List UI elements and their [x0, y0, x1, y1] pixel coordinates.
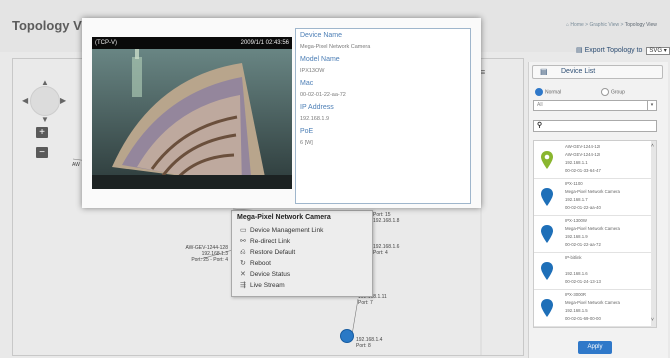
pan-left-icon[interactable]: ◀ [22, 96, 28, 105]
breadcrumb-home[interactable]: Home [570, 22, 583, 28]
info-key: Device Name [300, 32, 343, 39]
menu-item-device-management-link[interactable]: ▭ Device Management Link [240, 226, 323, 236]
info-key: PoE [300, 128, 314, 135]
menu-item-reboot[interactable]: ↻ Reboot [240, 259, 271, 269]
list-item[interactable]: AW-GEV-1244-12I AW-GEV-1244-12I 192.168.… [534, 141, 656, 179]
apply-button[interactable]: Apply [578, 341, 612, 354]
context-menu-title: Mega-Pixel Network Camera [237, 214, 331, 221]
device-context-menu: Mega-Pixel Network Camera ▭ Device Manage… [231, 210, 373, 297]
chevron-down-icon: ▾ [647, 101, 656, 110]
node-label: AW-GEV-1244-128 192.168.1.3 Port: 25 - P… [185, 245, 228, 263]
device-list-title: Device List [561, 68, 596, 75]
info-value: 6 [W] [300, 140, 313, 146]
menu-item-redirect-link[interactable]: ⚯ Re-direct Link [240, 237, 290, 247]
breadcrumb-current: Topology View [624, 22, 657, 28]
device-list: AW-GEV-1244-12I AW-GEV-1244-12I 192.168.… [533, 140, 657, 328]
live-video-feed[interactable]: (TCP-V) 2009/1/1 02:43:56 [92, 37, 292, 189]
video-timestamp: 2009/1/1 02:43:56 [240, 40, 289, 46]
menu-item-device-status[interactable]: ✕ Device Status [240, 270, 290, 280]
radio-unselected-icon [601, 88, 609, 96]
map-pin-icon [541, 262, 553, 280]
map-pin-icon [541, 225, 553, 243]
info-key: Model Name [300, 56, 340, 63]
info-value: 00-02-01-22-aa-72 [300, 92, 346, 98]
home-icon[interactable]: ⌂ [566, 22, 569, 28]
node-label: AW [72, 162, 80, 168]
radio-normal[interactable]: Normal [535, 88, 561, 96]
camera-node-icon[interactable] [340, 329, 354, 343]
info-key: Mac [300, 80, 314, 87]
link-icon: ⚯ [240, 238, 246, 245]
breadcrumb-section[interactable]: Graphic View [589, 22, 619, 28]
list-scrollbar[interactable]: ˄ ˅ [651, 141, 656, 327]
radio-group[interactable]: Group [601, 88, 625, 96]
chevron-down-icon[interactable]: ˅ [651, 317, 654, 323]
pan-right-icon[interactable]: ▶ [60, 96, 66, 105]
zoom-out-button[interactable]: − [36, 147, 48, 158]
list-item[interactable]: IPX-3000R Mega-Pixel Network Camera 192.… [534, 289, 656, 327]
search-icon: ⚲ [537, 122, 543, 129]
reboot-icon: ↻ [240, 260, 246, 267]
device-list-header: ▤ Device List [532, 65, 663, 79]
info-value: 192.168.1.9 [300, 116, 330, 122]
video-frame [92, 37, 292, 189]
node-label: 192.168.1.4 Port: 8 [356, 337, 383, 349]
pan-up-icon[interactable]: ▲ [41, 78, 49, 87]
breadcrumb: ⌂ Home > Graphic View > Topology View [566, 22, 657, 28]
device-list-panel: ▤ Device List Normal Group All ▾ ⚲ AW-GE… [528, 62, 668, 358]
monitor-icon: ▭ [240, 227, 247, 234]
info-value: Mega-Pixel Network Camera [300, 44, 371, 50]
node-label: 192.168.1.6 Port: 4 [373, 244, 400, 256]
menu-item-live-stream[interactable]: ⇶ Live Stream [240, 281, 285, 291]
device-info-box: Device Name Mega-Pixel Network Camera Mo… [295, 28, 471, 204]
topology-page: Topology View ⌂ Home > Graphic View > To… [0, 0, 670, 358]
info-value: IPX13OW [300, 68, 325, 74]
node-label: Port: 15 192.168.1.8 [373, 212, 400, 224]
zoom-in-button[interactable]: + [36, 127, 48, 138]
map-pin-icon [541, 188, 553, 206]
export-topology: ▤ Export Topology to SVG ▾ [576, 46, 670, 55]
list-item[interactable]: IP-bitlink 192.168.1.6 00-02-01-24-13-13 [534, 252, 656, 290]
video-channel: (TCP-V) [95, 40, 117, 46]
chevron-up-icon[interactable]: ˄ [651, 143, 654, 149]
menu-item-restore-default[interactable]: ⎌ Restore Default [240, 248, 295, 258]
stream-icon: ⇶ [240, 282, 246, 289]
list-item[interactable]: IPX-1300W Mega-Pixel Network Camera 192.… [534, 215, 656, 253]
video-overlay-bar: (TCP-V) 2009/1/1 02:43:56 [92, 37, 292, 49]
restore-icon: ⎌ [240, 249, 246, 256]
status-icon: ✕ [240, 271, 246, 278]
export-label[interactable]: Export Topology to [585, 47, 643, 54]
info-key: IP Address [300, 104, 334, 111]
map-pin-icon [541, 151, 553, 169]
map-pin-icon [541, 299, 553, 317]
device-search-input[interactable]: ⚲ [533, 120, 657, 132]
export-icon: ▤ [576, 47, 583, 54]
list-item[interactable]: IPX-1100 Mega-Pixel Network Camera 192.1… [534, 178, 656, 216]
list-icon: ▤ [540, 67, 548, 76]
pan-down-icon[interactable]: ▼ [41, 115, 49, 124]
export-format-select[interactable]: SVG ▾ [646, 47, 670, 55]
pan-control[interactable]: ▲ ▼ ◀ ▶ [22, 78, 68, 124]
radio-selected-icon [535, 88, 543, 96]
device-filter-select[interactable]: All ▾ [533, 100, 657, 111]
